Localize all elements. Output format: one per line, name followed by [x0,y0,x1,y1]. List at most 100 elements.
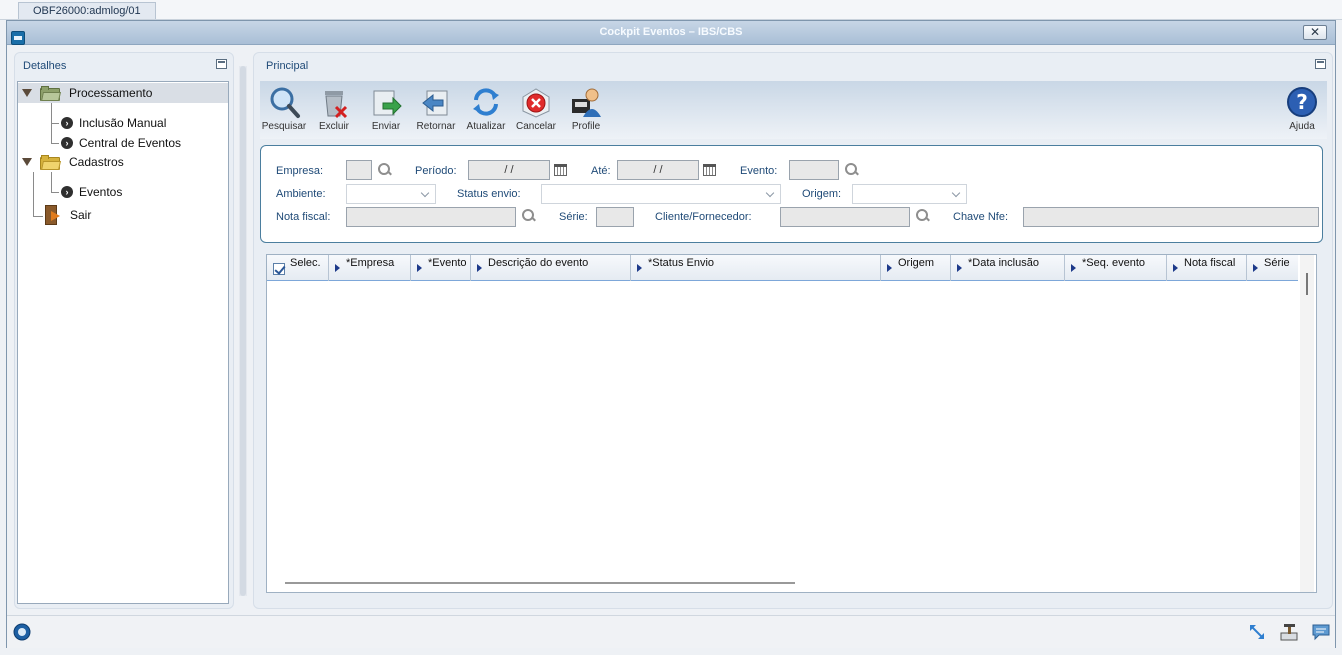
tree-connector [33,216,43,217]
tree-connector [51,143,59,144]
help-icon: ? [1285,85,1319,119]
sort-arrow-icon [637,264,642,272]
system-globe-icon[interactable] [12,622,32,642]
nota-fiscal-label: Nota fiscal: [276,211,331,223]
sort-arrow-icon [1173,264,1178,272]
periodo-calendar-icon[interactable] [554,164,567,176]
evento-input[interactable] [789,160,839,180]
grid-header: Selec. *Empresa *Evento Descrição do eve… [267,255,1298,281]
chave-nfe-input[interactable] [1023,207,1319,227]
svg-text:?: ? [1296,90,1308,114]
excluir-button[interactable]: Excluir [310,85,358,132]
retornar-button[interactable]: Retornar [412,85,460,132]
profile-icon [569,85,603,119]
column-header-serie[interactable]: Série [1247,255,1298,281]
arrow-right-circle-icon: › [61,117,73,129]
return-icon [419,85,453,119]
cancelar-button[interactable]: Cancelar [512,85,560,132]
splitter-grip[interactable] [240,66,246,596]
nota-fiscal-input[interactable] [346,207,516,227]
vertical-scrollbar[interactable] [1300,255,1314,592]
profile-button[interactable]: Profile [562,85,610,132]
expand-caret-icon[interactable] [22,158,32,166]
sort-arrow-icon [1253,264,1258,272]
tree-item-label: Processamento [69,86,153,100]
details-panel: Detalhes Processamento › Inclusão Manual… [14,52,234,609]
scrollbar-thumb[interactable] [1306,273,1308,295]
periodo-label: Período: [415,165,457,177]
status-envio-select[interactable] [541,184,781,204]
tree-item-central-de-eventos[interactable]: › Central de Eventos [61,133,181,153]
atualizar-button[interactable]: Atualizar [462,85,510,132]
app-window: Cockpit Eventos – IBS/CBS ✕ Detalhes Pro… [6,20,1336,648]
tree-item-label: Sair [70,208,92,222]
evento-search-icon[interactable] [845,163,859,177]
serie-label: Série: [559,211,588,223]
close-button[interactable]: ✕ [1303,25,1327,40]
column-header-seq-evento[interactable]: *Seq. evento [1065,255,1167,281]
folder-open-icon [40,154,61,170]
nota-fiscal-search-icon[interactable] [522,209,536,223]
serie-input[interactable] [596,207,634,227]
periodo-input[interactable]: / / [468,160,550,180]
exit-door-icon [43,205,61,225]
tree-item-sair[interactable]: Sair [43,205,91,225]
tree-connector [51,123,59,124]
details-panel-title: Detalhes [23,60,67,72]
column-header-empresa[interactable]: *Empresa [329,255,411,281]
cliente-fornecedor-label: Cliente/Fornecedor: [655,211,752,223]
sort-arrow-icon [335,264,340,272]
empresa-label: Empresa: [276,165,324,177]
close-icon: ✕ [1309,25,1321,39]
folder-open-icon [40,85,61,101]
toolbar: Pesquisar Excluir Enviar Retornar Atuali… [260,81,1327,139]
column-header-nota-fiscal[interactable]: Nota fiscal [1167,255,1247,281]
resize-arrows-icon[interactable] [1247,622,1267,642]
chat-message-icon[interactable] [1311,622,1331,642]
origem-label: Origem: [802,188,842,200]
cliente-fornecedor-search-icon[interactable] [916,209,930,223]
trash-icon [317,85,351,119]
pesquisar-button[interactable]: Pesquisar [260,85,308,132]
column-header-descricao[interactable]: Descrição do evento [471,255,631,281]
column-header-status-envio[interactable]: *Status Envio [631,255,881,281]
panel-splitter[interactable] [239,66,247,596]
ate-input[interactable]: / / [617,160,699,180]
tree-item-label: Central de Eventos [79,136,182,150]
window-title: Cockpit Eventos – IBS/CBS [599,26,743,38]
keyboard-tools-icon[interactable] [1279,622,1299,642]
column-header-origem[interactable]: Origem [881,255,951,281]
ate-calendar-icon[interactable] [703,164,716,176]
tree-item-cadastros[interactable]: Cadastros [18,152,124,172]
column-header-selec[interactable]: Selec. [267,255,329,281]
tree-item-eventos[interactable]: › Eventos [61,182,122,202]
session-bar: OBF26000:admlog/01 [0,0,1342,20]
session-tab[interactable]: OBF26000:admlog/01 [18,2,156,19]
horizontal-scrollbar[interactable] [285,582,795,584]
arrow-right-circle-icon: › [61,137,73,149]
empresa-input[interactable] [346,160,372,180]
minimize-main-icon[interactable] [1315,59,1326,69]
select-all-checkbox[interactable] [273,263,285,275]
tree-connector [51,172,52,192]
ambiente-select[interactable] [346,184,436,204]
tree-item-processamento[interactable]: Processamento [18,83,228,103]
ajuda-button[interactable]: ? Ajuda [1278,85,1326,132]
enviar-button[interactable]: Enviar [362,85,410,132]
sort-arrow-icon [957,264,962,272]
send-icon [369,85,403,119]
filter-panel: Empresa: Período: / / Até: / / Evento: A… [260,145,1323,243]
cliente-fornecedor-input[interactable] [780,207,910,227]
expand-caret-icon[interactable] [22,89,32,97]
column-header-evento[interactable]: *Evento [411,255,471,281]
origem-select[interactable] [852,184,967,204]
tree-item-inclusao-manual[interactable]: › Inclusão Manual [61,113,166,133]
tree-connector [51,192,59,193]
empresa-search-icon[interactable] [378,163,392,177]
navigation-tree: Processamento › Inclusão Manual › Centra… [17,81,229,604]
minimize-details-icon[interactable] [216,59,227,69]
refresh-icon [469,85,503,119]
chave-nfe-label: Chave Nfe: [953,211,1009,223]
main-panel-title: Principal [266,60,309,72]
column-header-data-inclusao[interactable]: *Data inclusão [951,255,1065,281]
